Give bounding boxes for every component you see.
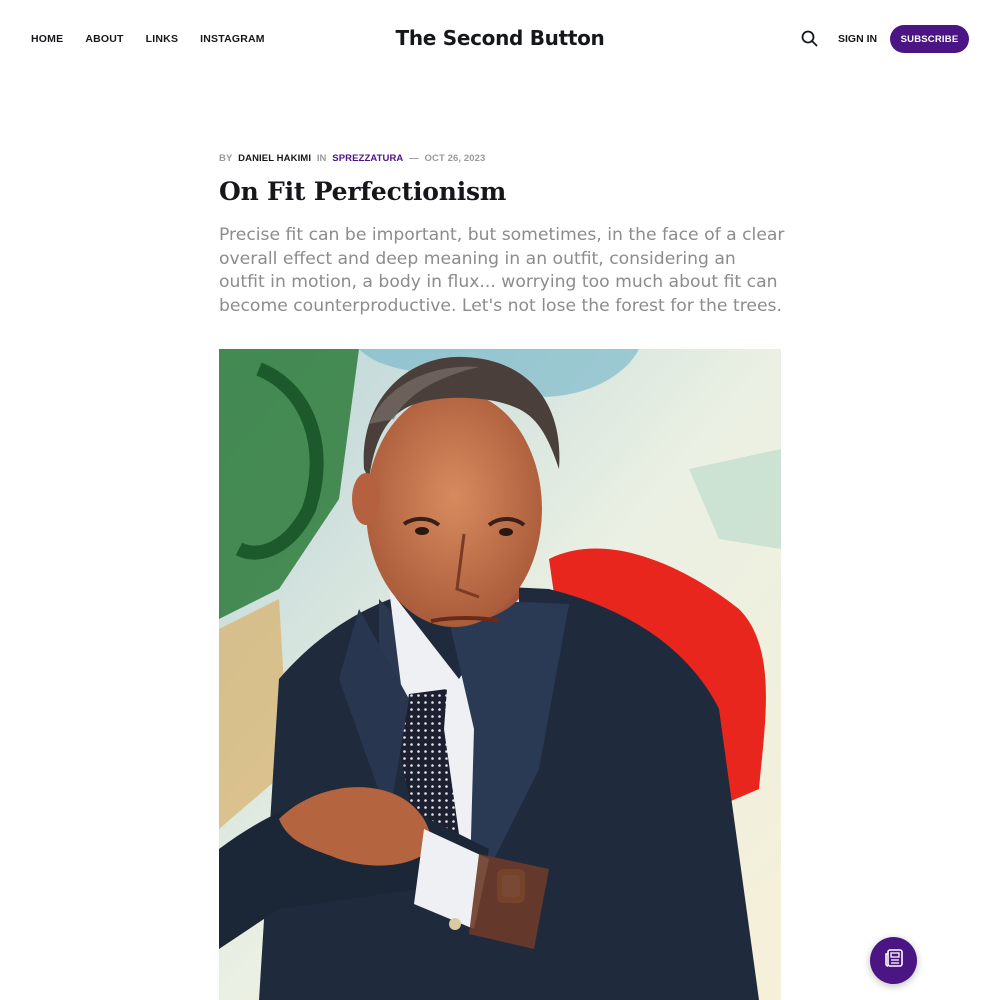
meta-separator: — bbox=[409, 153, 419, 164]
post-date: OCT 26, 2023 bbox=[424, 153, 486, 164]
post-excerpt: Precise fit can be important, but someti… bbox=[219, 225, 785, 316]
newsletter-fab-button[interactable] bbox=[870, 937, 917, 984]
sign-in-link[interactable]: SIGN IN bbox=[838, 32, 877, 46]
search-icon[interactable] bbox=[800, 29, 819, 48]
feature-image bbox=[219, 349, 781, 1000]
site-header: HOME ABOUT LINKS INSTAGRAM The Second Bu… bbox=[0, 0, 1000, 78]
newspaper-icon bbox=[883, 947, 905, 974]
post-meta: BY DANIEL HAKIMI IN SPREZZATURA — OCT 26… bbox=[219, 153, 485, 165]
by-label: BY bbox=[219, 153, 233, 164]
tag-link[interactable]: SPREZZATURA bbox=[332, 153, 403, 164]
post-title: On Fit Perfectionism bbox=[219, 177, 507, 206]
author-link[interactable]: DANIEL HAKIMI bbox=[238, 153, 311, 164]
subscribe-button[interactable]: SUBSCRIBE bbox=[890, 25, 969, 53]
in-label: IN bbox=[316, 153, 327, 164]
